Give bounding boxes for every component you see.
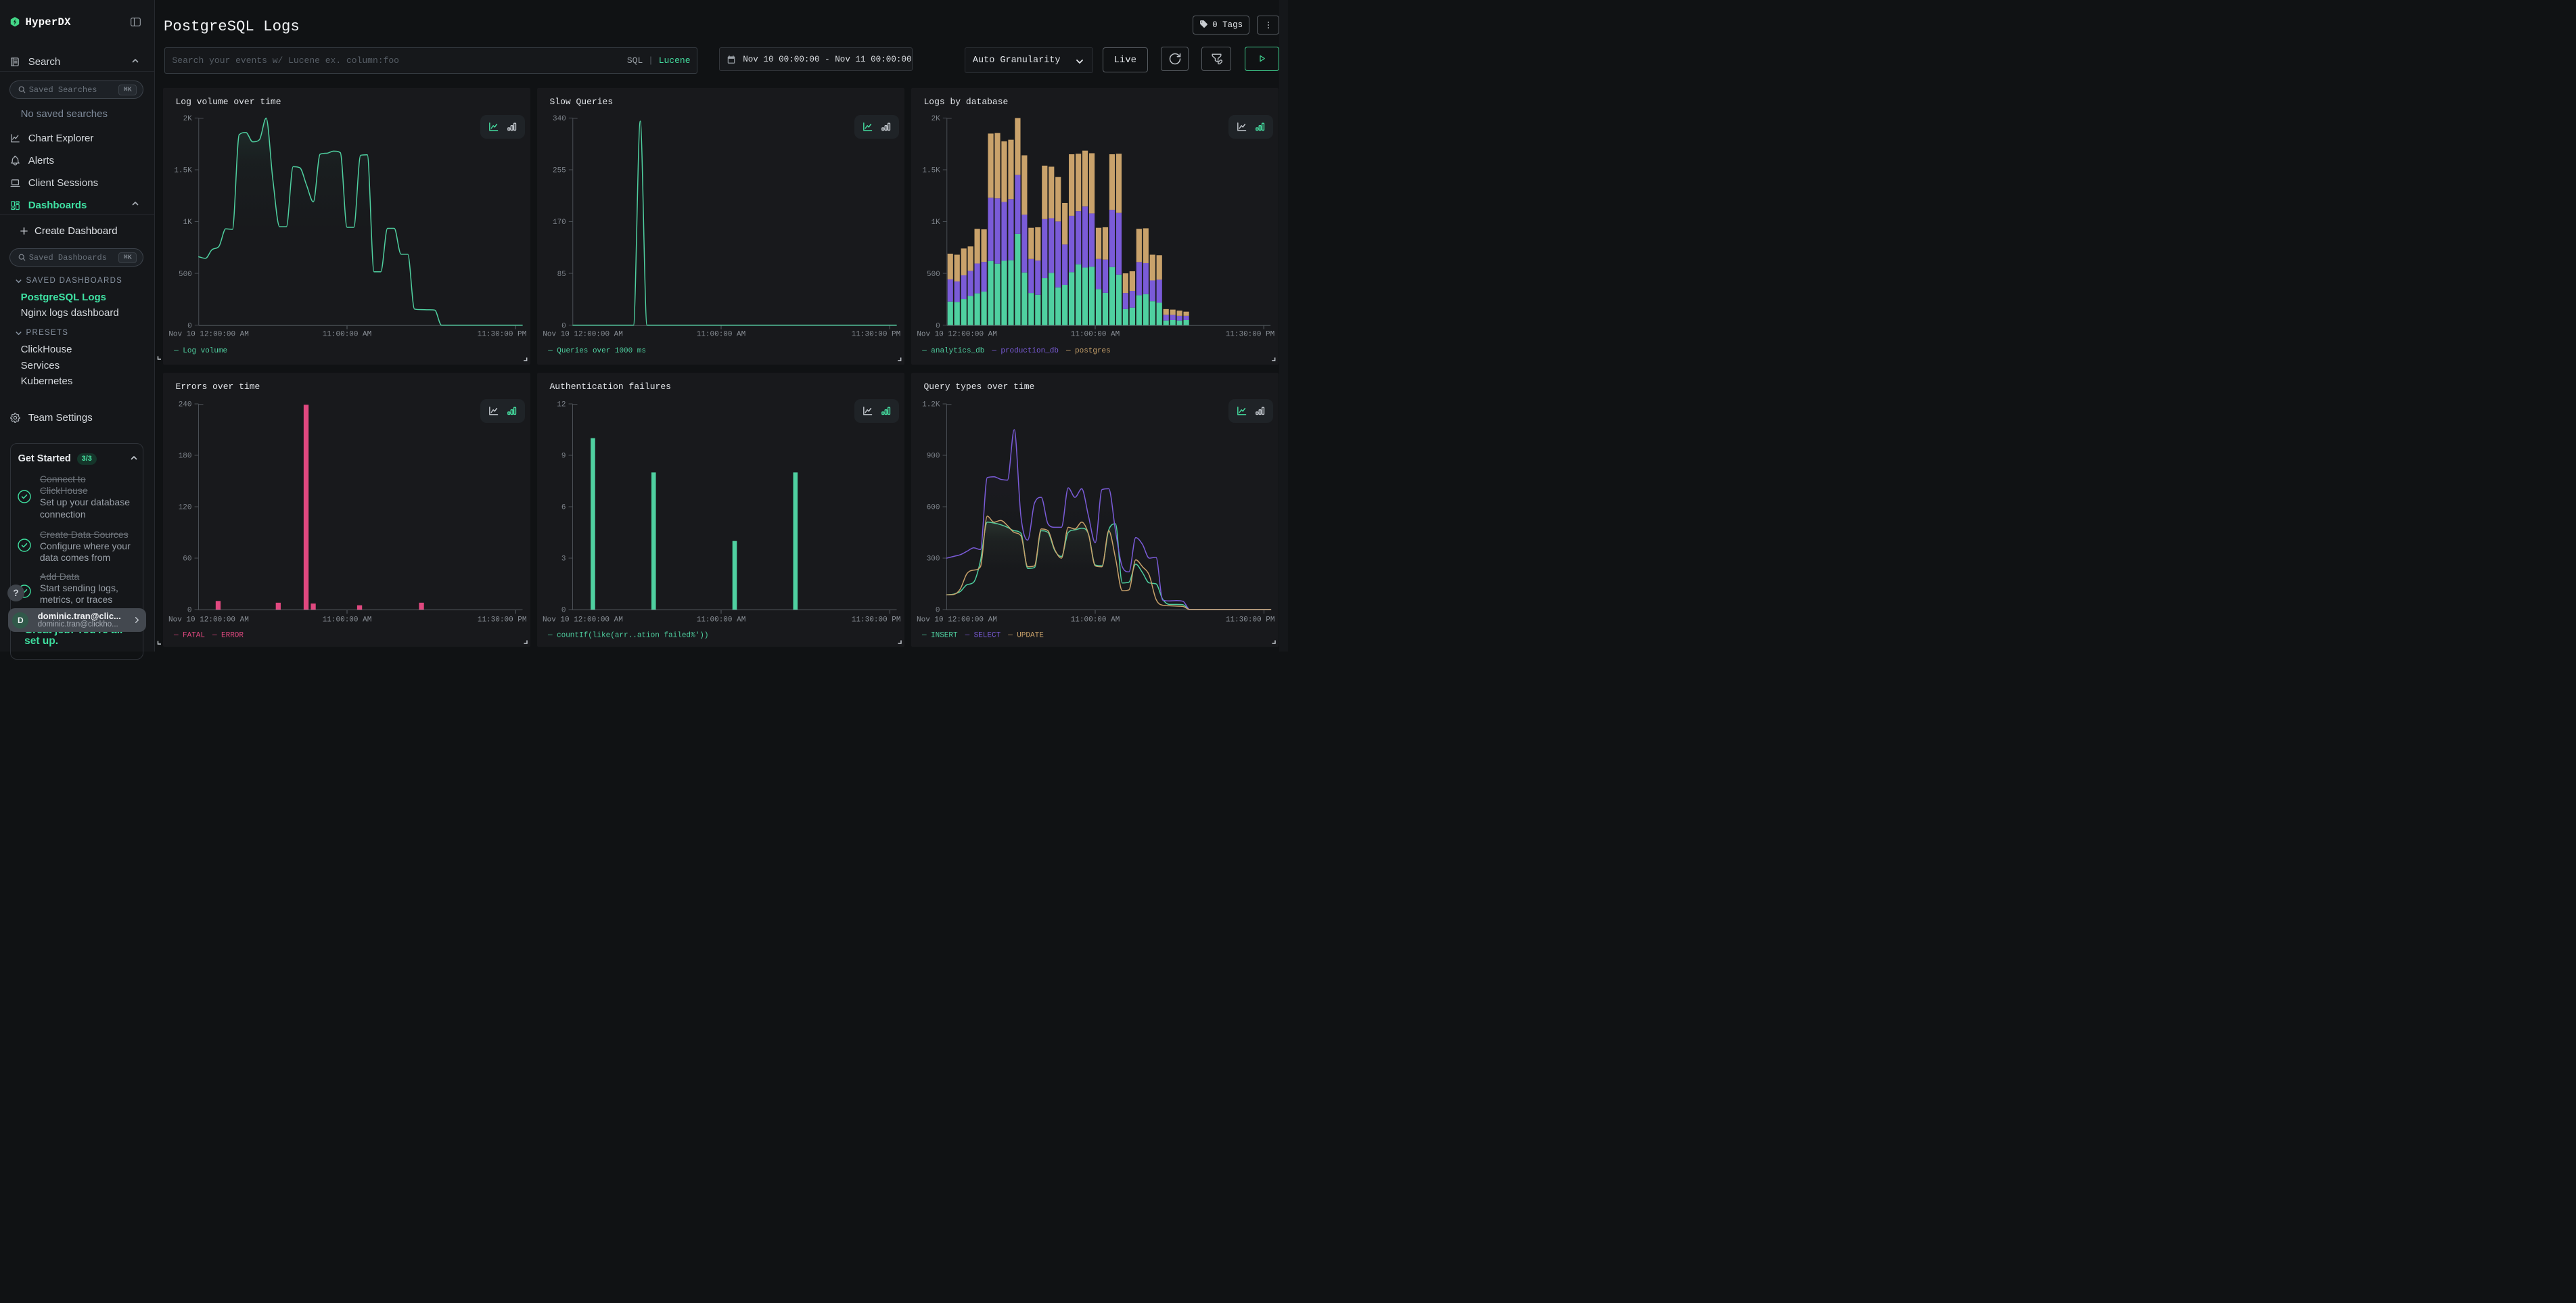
svg-text:—: — <box>921 347 927 355</box>
svg-text:11:00:00 AM: 11:00:00 AM <box>1071 331 1120 339</box>
svg-text:6: 6 <box>561 503 566 511</box>
svg-text:—: — <box>173 631 179 639</box>
svg-text:85: 85 <box>557 271 566 279</box>
svg-text:11:30:00 PM: 11:30:00 PM <box>478 331 526 339</box>
svg-text:255: 255 <box>553 167 566 175</box>
svg-text:170: 170 <box>553 219 566 227</box>
svg-text:1.5K: 1.5K <box>174 167 192 175</box>
svg-text:900: 900 <box>927 452 940 460</box>
svg-text:analytics_db: analytics_db <box>931 347 984 355</box>
svg-text:production_db: production_db <box>1001 347 1059 355</box>
svg-text:11:00:00 AM: 11:00:00 AM <box>323 331 371 339</box>
svg-text:UPDATE: UPDATE <box>1017 631 1044 639</box>
svg-text:11:30:00 PM: 11:30:00 PM <box>1226 331 1274 339</box>
svg-text:—: — <box>1007 631 1013 639</box>
svg-text:1.5K: 1.5K <box>922 167 940 175</box>
svg-text:Nov 10 12:00:00 AM: Nov 10 12:00:00 AM <box>543 616 623 624</box>
svg-text:0: 0 <box>561 606 566 614</box>
svg-text:—: — <box>547 347 553 355</box>
svg-text:0: 0 <box>187 606 192 614</box>
svg-text:500: 500 <box>927 271 940 279</box>
svg-text:Nov 10 12:00:00 AM: Nov 10 12:00:00 AM <box>168 616 249 624</box>
svg-text:300: 300 <box>927 555 940 563</box>
svg-text:—: — <box>991 347 996 355</box>
svg-text:60: 60 <box>183 555 191 563</box>
svg-text:11:00:00 AM: 11:00:00 AM <box>697 331 745 339</box>
svg-text:0: 0 <box>936 322 940 330</box>
svg-text:180: 180 <box>179 452 192 460</box>
svg-text:Queries over 1000 ms: Queries over 1000 ms <box>557 347 646 355</box>
svg-text:11:30:00 PM: 11:30:00 PM <box>1226 616 1275 624</box>
svg-text:2K: 2K <box>932 115 941 123</box>
svg-text:—: — <box>1065 347 1071 355</box>
svg-text:Nov 10 12:00:00 AM: Nov 10 12:00:00 AM <box>543 331 622 339</box>
svg-text:11:00:00 AM: 11:00:00 AM <box>323 616 372 624</box>
svg-text:340: 340 <box>553 115 566 123</box>
svg-text:INSERT: INSERT <box>931 631 958 639</box>
svg-text:Nov 10 12:00:00 AM: Nov 10 12:00:00 AM <box>917 331 996 339</box>
svg-text:3: 3 <box>561 555 566 563</box>
svg-text:11:30:00 PM: 11:30:00 PM <box>852 616 901 624</box>
svg-text:—: — <box>212 631 217 639</box>
svg-text:postgres: postgres <box>1075 347 1111 355</box>
svg-text:0: 0 <box>187 322 192 330</box>
svg-text:Log volume: Log volume <box>183 347 227 355</box>
svg-text:—: — <box>921 631 927 639</box>
svg-text:11:30:00 PM: 11:30:00 PM <box>478 616 527 624</box>
svg-text:—: — <box>547 631 553 639</box>
svg-text:Nov 10 12:00:00 AM: Nov 10 12:00:00 AM <box>168 331 248 339</box>
svg-text:600: 600 <box>927 503 940 511</box>
svg-text:1K: 1K <box>183 219 193 227</box>
svg-text:12: 12 <box>557 401 566 409</box>
svg-text:SELECT: SELECT <box>974 631 1001 639</box>
svg-text:11:00:00 AM: 11:00:00 AM <box>1071 616 1120 624</box>
svg-text:0: 0 <box>936 606 940 614</box>
svg-text:500: 500 <box>179 271 192 279</box>
svg-text:FATAL: FATAL <box>183 631 205 639</box>
svg-text:Nov 10 12:00:00 AM: Nov 10 12:00:00 AM <box>917 616 997 624</box>
svg-text:ERROR: ERROR <box>221 631 244 639</box>
svg-text:120: 120 <box>179 503 192 511</box>
svg-text:countIf(like(arr..ation failed: countIf(like(arr..ation failed%')) <box>557 631 708 639</box>
svg-text:1K: 1K <box>932 219 941 227</box>
svg-text:11:30:00 PM: 11:30:00 PM <box>852 331 900 339</box>
svg-text:2K: 2K <box>183 115 193 123</box>
svg-text:—: — <box>173 347 179 355</box>
svg-text:240: 240 <box>179 401 192 409</box>
svg-text:0: 0 <box>561 322 566 330</box>
svg-text:11:00:00 AM: 11:00:00 AM <box>697 616 746 624</box>
svg-text:—: — <box>965 631 970 639</box>
svg-text:9: 9 <box>561 452 566 460</box>
svg-text:1.2K: 1.2K <box>922 401 940 409</box>
